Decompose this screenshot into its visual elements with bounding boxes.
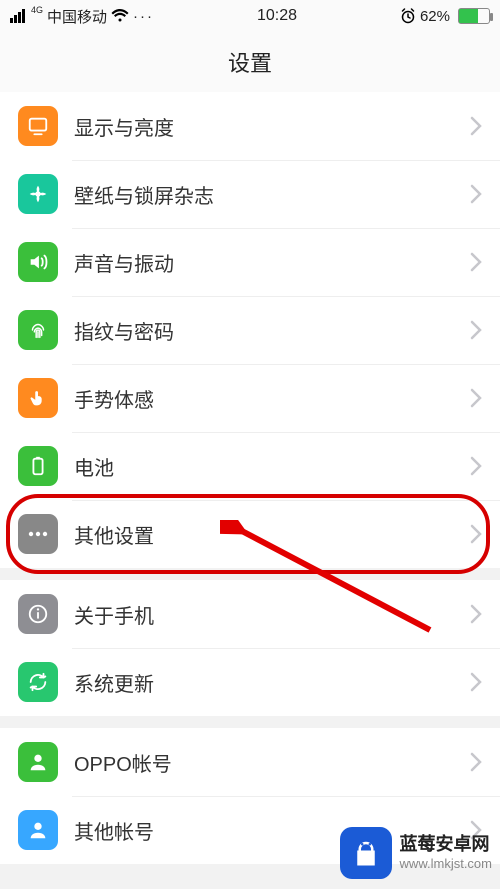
signal-icon bbox=[10, 9, 25, 23]
row-label: 声音与振动 bbox=[74, 248, 470, 277]
alarm-icon bbox=[400, 8, 416, 24]
chevron-right-icon bbox=[470, 524, 482, 544]
status-right: 62% bbox=[400, 8, 490, 25]
wallpaper-icon bbox=[18, 174, 58, 214]
carrier-label: 中国移动 bbox=[47, 6, 107, 27]
more-indicator: ··· bbox=[133, 8, 154, 25]
chevron-right-icon bbox=[470, 604, 482, 624]
watermark: 蓝莓安卓网 www.lmkjst.com bbox=[340, 827, 492, 879]
chevron-right-icon bbox=[470, 752, 482, 772]
row-label: 系统更新 bbox=[74, 668, 470, 697]
wifi-icon bbox=[111, 9, 129, 23]
battery-icon bbox=[18, 446, 58, 486]
chevron-right-icon bbox=[470, 116, 482, 136]
chevron-right-icon bbox=[470, 184, 482, 204]
row-sound[interactable]: 声音与振动 bbox=[0, 228, 500, 296]
settings-group-1: 显示与亮度 壁纸与锁屏杂志 声音与振动 指纹与密码 手势体感 电池 bbox=[0, 92, 500, 568]
row-wallpaper[interactable]: 壁纸与锁屏杂志 bbox=[0, 160, 500, 228]
about-icon bbox=[18, 594, 58, 634]
chevron-right-icon bbox=[470, 456, 482, 476]
status-left: 4G 中国移动 ··· bbox=[10, 6, 154, 27]
page-title: 设置 bbox=[0, 32, 500, 92]
user-icon bbox=[18, 742, 58, 782]
fingerprint-icon bbox=[18, 310, 58, 350]
network-badge: 4G bbox=[31, 5, 43, 15]
row-label: 指纹与密码 bbox=[74, 316, 470, 345]
row-system-update[interactable]: 系统更新 bbox=[0, 648, 500, 716]
status-time: 10:28 bbox=[257, 7, 297, 25]
user-icon bbox=[18, 810, 58, 850]
chevron-right-icon bbox=[470, 252, 482, 272]
display-icon bbox=[18, 106, 58, 146]
row-label: 关于手机 bbox=[74, 600, 470, 629]
row-gesture[interactable]: 手势体感 bbox=[0, 364, 500, 432]
battery-icon bbox=[458, 8, 490, 24]
chevron-right-icon bbox=[470, 388, 482, 408]
settings-group-2: 关于手机 系统更新 bbox=[0, 580, 500, 716]
battery-pct: 62% bbox=[420, 8, 450, 25]
update-icon bbox=[18, 662, 58, 702]
row-label: 其他设置 bbox=[74, 520, 470, 549]
row-about[interactable]: 关于手机 bbox=[0, 580, 500, 648]
row-label: 显示与亮度 bbox=[74, 112, 470, 141]
status-bar: 4G 中国移动 ··· 10:28 62% bbox=[0, 0, 500, 32]
sound-icon bbox=[18, 242, 58, 282]
row-fingerprint[interactable]: 指纹与密码 bbox=[0, 296, 500, 364]
row-battery[interactable]: 电池 bbox=[0, 432, 500, 500]
watermark-name: 蓝莓安卓网 bbox=[400, 834, 492, 856]
chevron-right-icon bbox=[470, 320, 482, 340]
other-icon bbox=[18, 514, 58, 554]
row-label: 手势体感 bbox=[74, 384, 470, 413]
chevron-right-icon bbox=[470, 672, 482, 692]
row-label: 壁纸与锁屏杂志 bbox=[74, 180, 470, 209]
row-label: OPPO帐号 bbox=[74, 748, 470, 777]
watermark-url: www.lmkjst.com bbox=[400, 856, 492, 872]
row-label: 电池 bbox=[74, 452, 470, 481]
row-oppo-account[interactable]: OPPO帐号 bbox=[0, 728, 500, 796]
row-display[interactable]: 显示与亮度 bbox=[0, 92, 500, 160]
watermark-logo-icon bbox=[340, 827, 392, 879]
row-other-settings[interactable]: 其他设置 bbox=[0, 500, 500, 568]
gesture-icon bbox=[18, 378, 58, 418]
